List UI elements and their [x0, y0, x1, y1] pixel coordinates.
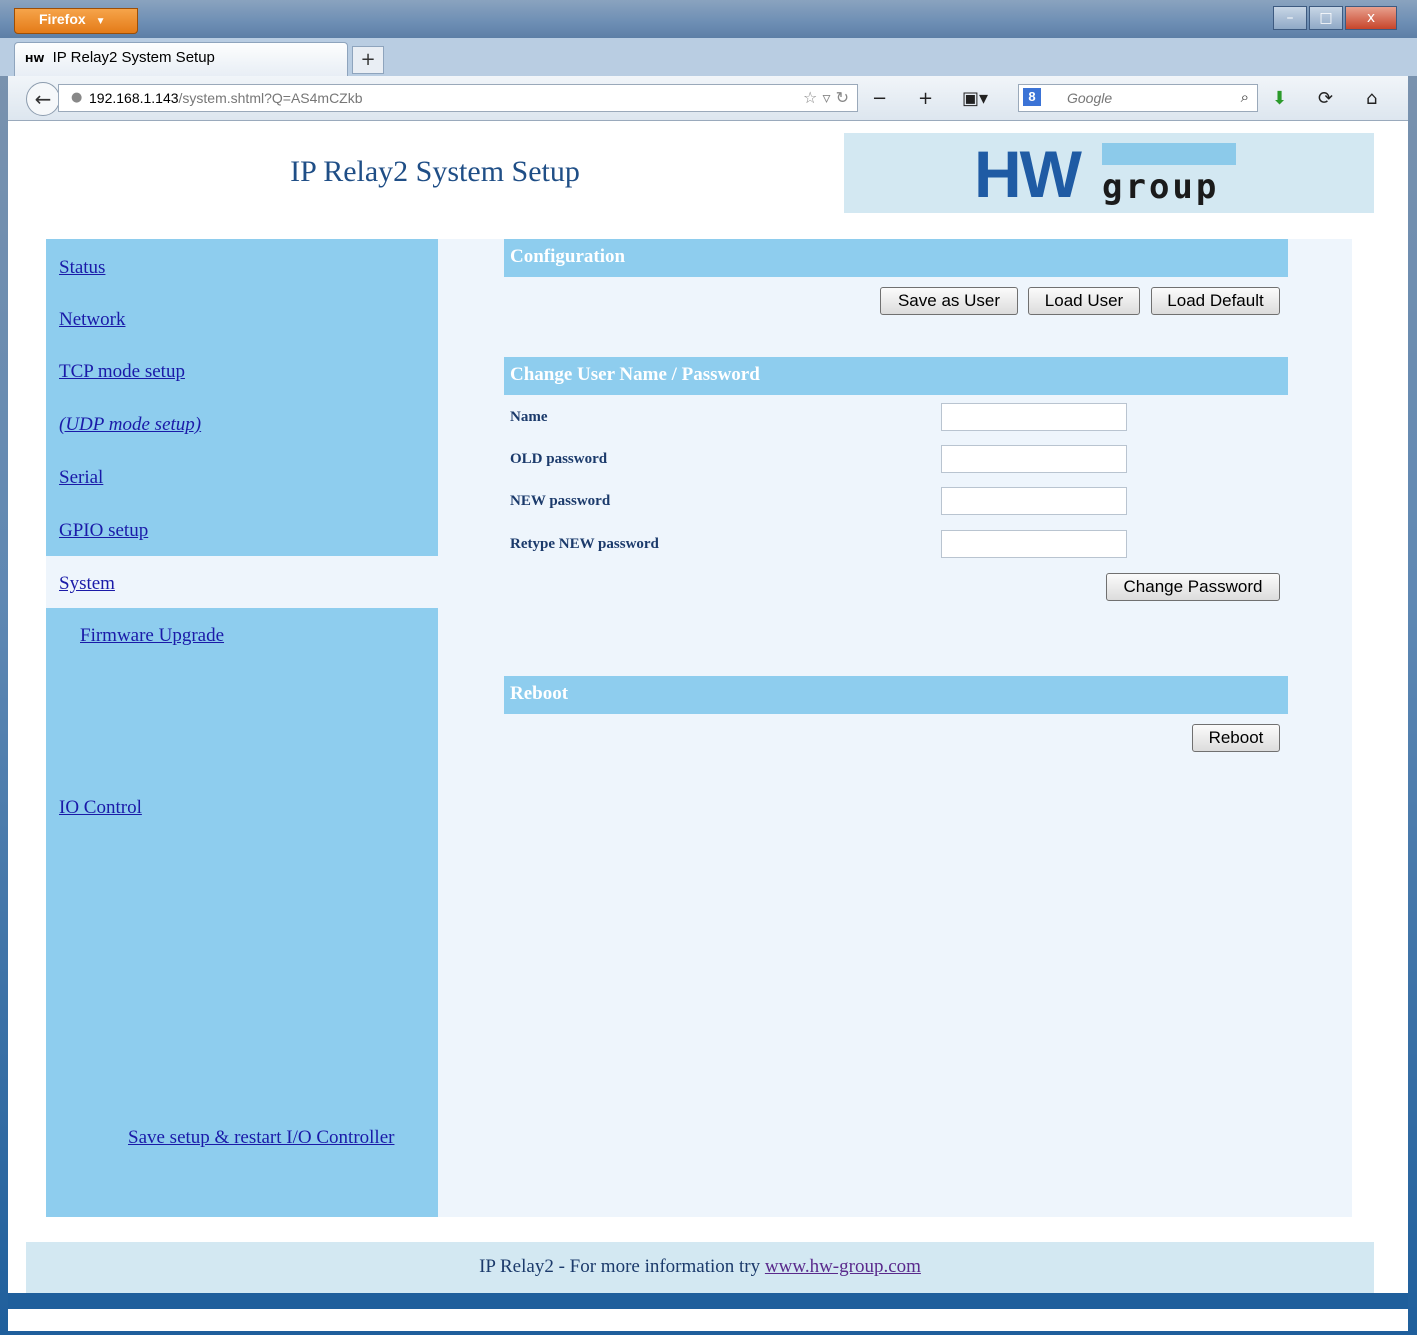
url-host: 192.168.1.143: [89, 90, 179, 106]
reboot-button[interactable]: Reboot: [1192, 724, 1280, 752]
sidebar-item-system[interactable]: System: [59, 573, 115, 595]
google-icon: 8: [1023, 88, 1041, 106]
change-password-button[interactable]: Change Password: [1106, 573, 1280, 601]
footer-text: IP Relay2 - For more information try: [479, 1256, 765, 1277]
minimize-button[interactable]: –: [1273, 6, 1307, 30]
home-icon[interactable]: ⌂: [1366, 88, 1377, 109]
search-input[interactable]: 8 Google ⌕: [1018, 84, 1258, 112]
sidebar-item-status[interactable]: Status: [59, 257, 105, 279]
zoom-out-icon[interactable]: −: [872, 88, 887, 109]
sync-icon[interactable]: ⟳: [1318, 88, 1333, 109]
footer-link[interactable]: www.hw-group.com: [765, 1256, 921, 1277]
load-user-button[interactable]: Load User: [1028, 287, 1140, 315]
tab-title: IP Relay2 System Setup: [52, 49, 215, 66]
old-password-field[interactable]: [941, 445, 1127, 473]
sidebar-item-firmware-upgrade[interactable]: Firmware Upgrade: [80, 625, 224, 647]
url-path: /system.shtml?Q=AS4mCZkb: [178, 90, 363, 106]
retype-password-field[interactable]: [941, 530, 1127, 558]
page-content: IP Relay2 System Setup HW group Status N…: [8, 121, 1408, 1331]
reboot-header: Reboot: [504, 676, 1288, 714]
back-button[interactable]: ←: [26, 82, 60, 116]
sidebar-item-udp-mode-setup[interactable]: (UDP mode setup): [59, 414, 201, 436]
browser-window: Firefox ▼ – □ x HW IP Relay2 System Setu…: [0, 0, 1417, 1335]
page-footer: IP Relay2 - For more information try www…: [26, 1242, 1374, 1294]
window-controls: – □ x: [1273, 6, 1397, 30]
search-placeholder: Google: [1067, 90, 1113, 106]
logo-hw-text: HW: [974, 137, 1082, 211]
maximize-button[interactable]: □: [1309, 6, 1343, 30]
new-password-field[interactable]: [941, 487, 1127, 515]
sidebar: Status Network TCP mode setup (UDP mode …: [46, 239, 438, 1217]
chevron-down-icon: ▼: [95, 16, 106, 27]
zoom-in-icon[interactable]: +: [918, 88, 933, 109]
new-tab-button[interactable]: +: [352, 46, 384, 74]
bookmark-star-icon[interactable]: ☆ ▿ ↻: [803, 88, 849, 107]
hw-group-logo: HW group: [974, 137, 1244, 209]
name-label: Name: [510, 409, 548, 425]
globe-icon: ●: [71, 90, 83, 105]
sidebar-item-network[interactable]: Network: [59, 309, 125, 331]
page-title: IP Relay2 System Setup: [290, 155, 580, 188]
new-password-label: NEW password: [510, 493, 611, 509]
configuration-header: Configuration: [504, 239, 1288, 277]
window-bottom-bar: [8, 1293, 1408, 1309]
favicon-icon: HW: [25, 54, 45, 65]
save-restart-link[interactable]: Save setup & restart I/O Controller: [128, 1127, 394, 1149]
save-as-user-button[interactable]: Save as User: [880, 287, 1018, 315]
close-button[interactable]: x: [1345, 6, 1397, 30]
sidebar-item-tcp-mode-setup[interactable]: TCP mode setup: [59, 361, 185, 383]
firefox-menu-button[interactable]: Firefox ▼: [14, 8, 138, 34]
logo-bar: [1102, 143, 1236, 165]
navigation-toolbar: ← ● 192.168.1.143/system.shtml?Q=AS4mCZk…: [8, 76, 1408, 121]
search-icon[interactable]: ⌕: [1241, 88, 1249, 106]
download-icon[interactable]: ⬇: [1272, 88, 1287, 109]
logo-group-text: group: [1102, 167, 1220, 207]
load-default-button[interactable]: Load Default: [1151, 287, 1280, 315]
content-area: Status Network TCP mode setup (UDP mode …: [46, 239, 1352, 1217]
tab-ip-relay2-setup[interactable]: HW IP Relay2 System Setup: [14, 42, 348, 76]
firefox-menu-label: Firefox: [39, 11, 86, 27]
bookmarks-menu-icon[interactable]: ▣▾: [962, 88, 988, 109]
credentials-header: Change User Name / Password: [504, 357, 1288, 395]
sidebar-item-io-control[interactable]: IO Control: [59, 797, 142, 819]
sidebar-item-serial[interactable]: Serial: [59, 467, 103, 489]
logo-panel: HW group: [844, 133, 1374, 213]
retype-password-label: Retype NEW password: [510, 536, 659, 552]
window-titlebar: Firefox ▼ – □ x: [0, 0, 1417, 38]
name-field[interactable]: [941, 403, 1127, 431]
tab-strip: HW IP Relay2 System Setup +: [0, 38, 1417, 76]
old-password-label: OLD password: [510, 451, 608, 467]
page-header: IP Relay2 System Setup: [26, 133, 844, 213]
url-bar[interactable]: ● 192.168.1.143/system.shtml?Q=AS4mCZkb …: [58, 84, 858, 112]
sidebar-item-gpio-setup[interactable]: GPIO setup: [59, 520, 148, 542]
